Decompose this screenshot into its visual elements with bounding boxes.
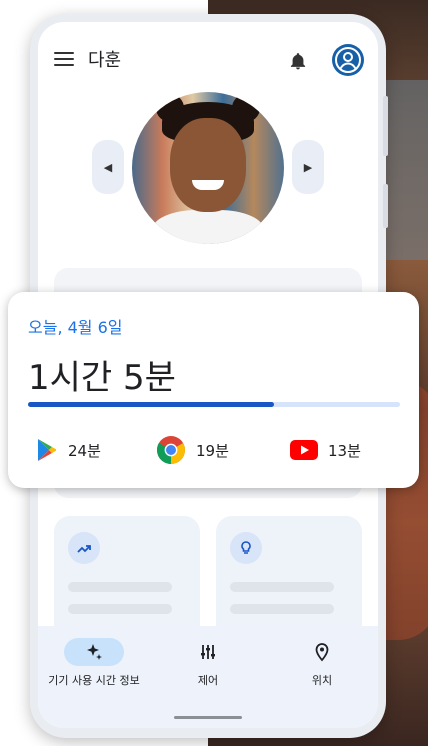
screen-time-progress: [28, 402, 400, 407]
app-usage-time: 13분: [328, 441, 361, 460]
menu-icon[interactable]: [54, 52, 74, 68]
bell-icon[interactable]: [288, 50, 308, 72]
nav-controls[interactable]: 제어: [178, 638, 238, 688]
app-usage-time: 19분: [196, 441, 229, 460]
play-store-icon: [38, 439, 56, 461]
nav-label: 위치: [311, 674, 333, 687]
location-pin-icon: [292, 638, 352, 666]
nav-screen-time[interactable]: 기기 사용 시간 정보: [44, 638, 144, 688]
trending-up-icon: [68, 532, 100, 564]
nav-label: 제어: [197, 674, 219, 687]
youtube-icon: [290, 440, 318, 460]
placeholder-line: [230, 604, 334, 614]
next-profile-button[interactable]: ▶: [292, 140, 324, 194]
phone-side-button: [383, 96, 388, 156]
sparkle-icon: [64, 638, 124, 666]
bottom-navigation: 기기 사용 시간 정보 제어 위치: [38, 626, 378, 728]
screen-time-progress-fill: [28, 402, 274, 407]
chrome-icon: [157, 436, 185, 464]
app-usage-youtube[interactable]: 13분: [290, 430, 361, 470]
nav-location[interactable]: 위치: [292, 638, 352, 688]
summary-date: 오늘, 4월 6일: [28, 318, 123, 337]
chevron-right-icon: ▶: [303, 160, 313, 174]
phone-side-button: [383, 184, 388, 228]
chevron-left-icon: ◀: [103, 160, 113, 174]
app-usage-list: 24분 19분 13분: [8, 430, 419, 470]
previous-profile-button[interactable]: ◀: [92, 140, 124, 194]
account-avatar[interactable]: [332, 44, 364, 76]
total-screen-time: 1시간 5분: [28, 358, 176, 398]
app-usage-chrome[interactable]: 19분: [156, 430, 229, 470]
app-usage-play-store[interactable]: 24분: [36, 430, 101, 470]
screen-time-summary-card[interactable]: 오늘, 4월 6일 1시간 5분 24분 19분 13분: [8, 292, 419, 488]
lightbulb-icon: [230, 532, 262, 564]
placeholder-line: [230, 582, 334, 592]
account-icon: [335, 47, 361, 73]
placeholder-line: [68, 604, 172, 614]
nav-label: 기기 사용 시간 정보: [48, 674, 140, 687]
sliders-icon: [178, 638, 238, 666]
placeholder-line: [68, 582, 172, 592]
gesture-bar: [174, 716, 242, 719]
profile-name: 다훈: [88, 50, 122, 71]
top-app-bar: 다훈: [38, 22, 378, 98]
app-usage-time: 24분: [68, 441, 101, 460]
child-profile-photo: [132, 92, 284, 244]
